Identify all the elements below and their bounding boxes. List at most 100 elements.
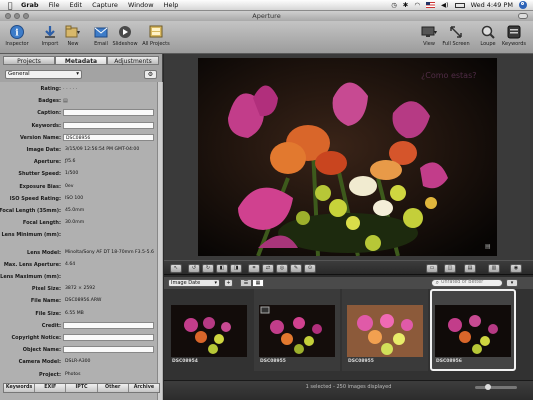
- gear-icon[interactable]: ⚙: [144, 70, 157, 79]
- thumbnail-cell[interactable]: DSC08955: [342, 289, 428, 371]
- browser-status-bar: 1 selected - 250 images displayed: [164, 380, 533, 400]
- metadata-view-row: General ⚙: [5, 70, 157, 79]
- thumbnail-cell-selected[interactable]: DSC08956: [430, 289, 516, 371]
- metadata-view-select[interactable]: General: [5, 70, 82, 79]
- menu-window[interactable]: Window: [123, 1, 159, 9]
- list-view-button[interactable]: ☰: [240, 279, 252, 287]
- eye-view-icon[interactable]: ◉: [510, 264, 522, 273]
- tab-adjustments[interactable]: Adjustments: [107, 56, 159, 65]
- sort-select[interactable]: Image Date: [168, 279, 220, 287]
- metadata-row: Max. Lens Aperture: 4.64: [0, 261, 160, 269]
- minimize-window-icon[interactable]: [14, 13, 20, 19]
- tab-projects[interactable]: Projects: [3, 56, 55, 65]
- view-button[interactable]: View: [419, 24, 439, 47]
- thumbnail-cell[interactable]: DSC08954: [166, 289, 252, 371]
- inspector-scrollbar[interactable]: [157, 82, 162, 400]
- thumbnail-size-slider[interactable]: [475, 384, 517, 390]
- search-icon: ⌕: [435, 279, 439, 286]
- inspector-button[interactable]: i Inspector: [5, 24, 29, 47]
- metadata-row: Aperture: ƒ/5.6: [0, 158, 160, 166]
- metadata-label: Badges:: [38, 98, 61, 105]
- grid-view-button[interactable]: ▦: [252, 279, 264, 287]
- filter-button[interactable]: ▾: [506, 279, 518, 287]
- straighten-tool-icon[interactable]: ⇄: [262, 264, 274, 273]
- loupe-label: Loupe: [480, 41, 496, 47]
- apple-menu-icon[interactable]: : [4, 1, 16, 10]
- loupe-button[interactable]: Loupe: [478, 24, 498, 47]
- menu-clock[interactable]: Wed 4:49 PM: [471, 1, 513, 9]
- lift-tool-icon[interactable]: ◧: [216, 264, 228, 273]
- spot-patch-tool-icon[interactable]: ✎: [290, 264, 302, 273]
- full-screen-button[interactable]: Full Screen: [441, 24, 471, 47]
- select-tool-icon[interactable]: ↖: [170, 264, 182, 273]
- main-toolbar: i Inspector Import New Email Slideshow A…: [0, 21, 533, 54]
- brush-tool-icon[interactable]: ⊙: [304, 264, 316, 273]
- tab-archive[interactable]: Archive: [128, 384, 160, 392]
- tab-other[interactable]: Other: [97, 384, 129, 392]
- bluetooth-icon[interactable]: ✱: [403, 1, 408, 9]
- toolbar-toggle-button[interactable]: [518, 13, 528, 19]
- split-view-icon[interactable]: ◫: [444, 264, 456, 273]
- metadata-value[interactable]: [63, 346, 154, 354]
- metadata-label: Credit:: [41, 322, 61, 329]
- time-machine-icon[interactable]: ◷: [391, 1, 397, 9]
- browser-view-icon[interactable]: ▥: [488, 264, 500, 273]
- thumbnail-cell[interactable]: DSC08955: [254, 289, 340, 371]
- close-window-icon[interactable]: [5, 13, 11, 19]
- tab-metadata[interactable]: Metadata: [55, 56, 107, 65]
- thumbnail-name: DSC08954: [172, 359, 198, 364]
- metadata-value[interactable]: [63, 109, 154, 117]
- red-eye-tool-icon[interactable]: ◎: [276, 264, 288, 273]
- rating-stars[interactable]: · · · · ·: [63, 85, 77, 93]
- flag-icon[interactable]: [426, 2, 436, 8]
- slideshow-button[interactable]: Slideshow: [112, 24, 138, 47]
- rotate-left-tool-icon[interactable]: ↺: [188, 264, 200, 273]
- import-label: Import: [41, 41, 59, 47]
- tab-iptc[interactable]: IPTC: [66, 384, 98, 392]
- metadata-fields: Rating: · · · · · Badges: ▤ Caption: Keywords…: [0, 82, 163, 400]
- metadata-value[interactable]: [63, 121, 154, 129]
- stamp-tool-icon[interactable]: ◨: [230, 264, 242, 273]
- menu-app[interactable]: Grab: [16, 1, 44, 9]
- menu-extras: ◷ ✱ ◠ ◀) Wed 4:49 PM: [391, 1, 533, 9]
- keywords-label: Keywords: [502, 41, 526, 47]
- all-projects-button[interactable]: All Projects: [141, 24, 171, 47]
- metadata-value: 4.64: [65, 261, 76, 267]
- projects-grid-icon: [148, 24, 164, 39]
- window-title: Aperture: [252, 12, 281, 20]
- metadata-value[interactable]: [63, 334, 154, 341]
- menu-help[interactable]: Help: [159, 1, 184, 9]
- metadata-row: Lens Model: Minolta/Sony AF DT 18-70mm F3…: [0, 249, 160, 257]
- sort-order-button[interactable]: +: [224, 279, 233, 287]
- spotlight-icon[interactable]: [519, 1, 527, 9]
- rotate-right-tool-icon[interactable]: ↻: [202, 264, 214, 273]
- menu-capture[interactable]: Capture: [87, 1, 123, 9]
- email-button[interactable]: Email: [90, 24, 112, 47]
- zoom-window-icon[interactable]: [23, 13, 29, 19]
- metadata-value: 45.0mm: [65, 208, 85, 213]
- metadata-label: Project:: [38, 371, 61, 378]
- metadata-value[interactable]: [63, 321, 154, 329]
- crop-tool-icon[interactable]: ⌗: [248, 264, 260, 273]
- search-input[interactable]: Unrated or Better: [431, 279, 503, 287]
- view-label: View: [423, 41, 435, 47]
- metadata-value[interactable]: DSC08956: [63, 133, 154, 141]
- tab-keywords[interactable]: Keywords: [4, 384, 36, 392]
- new-button[interactable]: New: [62, 24, 84, 47]
- keywords-button[interactable]: Keywords: [500, 24, 528, 47]
- menu-edit[interactable]: Edit: [64, 1, 87, 9]
- metadata-row: Copyright Notice:: [0, 334, 160, 342]
- import-button[interactable]: Import: [39, 24, 61, 47]
- battery-icon[interactable]: [454, 2, 465, 8]
- slider-knob[interactable]: [485, 384, 491, 390]
- viewer-mode-icon[interactable]: ▭: [426, 264, 438, 273]
- tab-exif[interactable]: EXIF: [35, 384, 67, 392]
- thumbnail-name: DSC08955: [348, 359, 374, 364]
- main-photo[interactable]: ¿Como estas? ▤: [198, 58, 497, 256]
- metadata-value: [63, 273, 154, 280]
- wifi-icon[interactable]: ◠: [414, 1, 420, 9]
- volume-icon[interactable]: ◀): [441, 1, 449, 9]
- metadata-row: Version Name: DSC08956: [0, 133, 160, 142]
- filmstrip-view-icon[interactable]: ▤: [464, 264, 476, 273]
- menu-file[interactable]: File: [44, 1, 65, 9]
